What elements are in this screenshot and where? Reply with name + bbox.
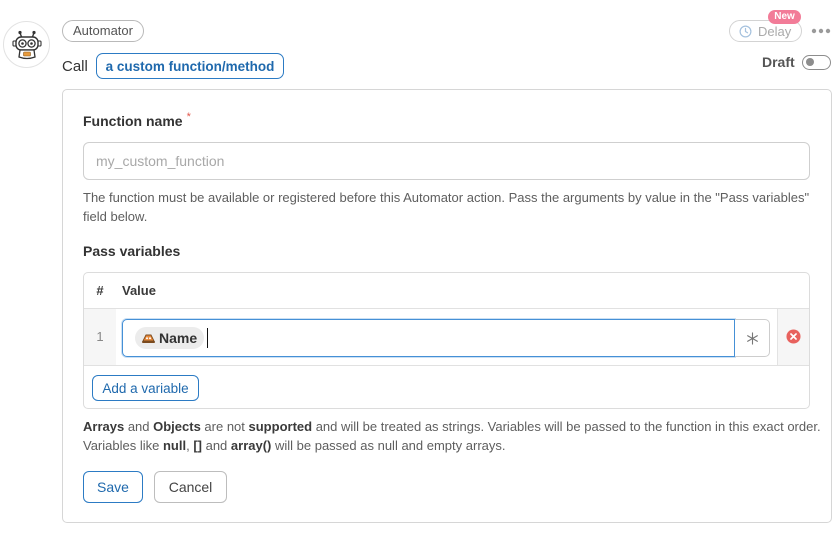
pass-variables-label: Pass variables <box>83 243 181 259</box>
table-row: 1 Name <box>84 309 809 366</box>
column-header-value: Value <box>122 283 156 298</box>
delay-label: Delay <box>758 23 792 39</box>
function-name-help: The function must be available or regist… <box>83 190 810 224</box>
add-variable-button[interactable]: Add a variable <box>92 375 199 401</box>
clock-icon <box>739 25 752 38</box>
function-name-label-text: Function name <box>83 113 183 129</box>
text-cursor <box>207 328 209 348</box>
row-remove-cell <box>777 309 809 365</box>
toggle-knob <box>805 58 814 66</box>
table-footer: Add a variable <box>84 366 809 408</box>
more-horizontal-icon[interactable] <box>811 28 831 34</box>
note-text: will be passed as null and empty arrays. <box>271 438 506 453</box>
note-emphasis: supported <box>248 419 313 434</box>
pass-variables-table: # Value 1 Name Add a variable <box>83 272 810 409</box>
remove-row-button[interactable] <box>786 328 802 344</box>
note-text: and <box>201 438 231 453</box>
integration-avatar <box>3 21 50 68</box>
remove-circle-icon <box>786 328 801 344</box>
pass-variables-note: Arrays and Objects are not supported and… <box>83 417 823 455</box>
token-icon <box>141 332 156 344</box>
note-emphasis: array() <box>230 438 272 453</box>
token-chip[interactable]: Name <box>135 327 205 349</box>
required-indicator: * <box>186 111 191 124</box>
token-chip-label: Name <box>159 330 198 346</box>
cancel-button[interactable]: Cancel <box>154 471 227 503</box>
asterisk-icon <box>746 331 759 345</box>
integration-tag: Automator <box>62 20 144 42</box>
note-emphasis: [] <box>193 438 202 453</box>
insert-token-button[interactable] <box>735 319 770 357</box>
row-value-cell: Name <box>116 309 777 365</box>
status-toggle[interactable] <box>802 55 831 70</box>
action-sentence-prefix: Call <box>62 58 88 75</box>
function-name-input[interactable] <box>83 142 810 180</box>
note-emphasis: Arrays <box>83 419 125 434</box>
robot-icon <box>11 29 43 61</box>
new-badge: New <box>768 10 801 24</box>
note-emphasis: null <box>162 438 187 453</box>
action-fields-panel: Function name* The function must be avai… <box>62 89 832 523</box>
function-name-label: Function name * <box>83 112 191 130</box>
action-token-button[interactable]: a custom function/method <box>96 53 284 79</box>
table-header-row: # Value <box>84 273 809 309</box>
note-text: and <box>124 419 154 434</box>
row-index: 1 <box>84 309 116 365</box>
status-label: Draft <box>762 54 795 70</box>
note-text: are not <box>200 419 249 434</box>
variable-value-input[interactable]: Name <box>122 319 735 357</box>
save-button[interactable]: Save <box>83 471 143 503</box>
column-header-index: # <box>96 283 104 298</box>
note-emphasis: Objects <box>153 419 201 434</box>
